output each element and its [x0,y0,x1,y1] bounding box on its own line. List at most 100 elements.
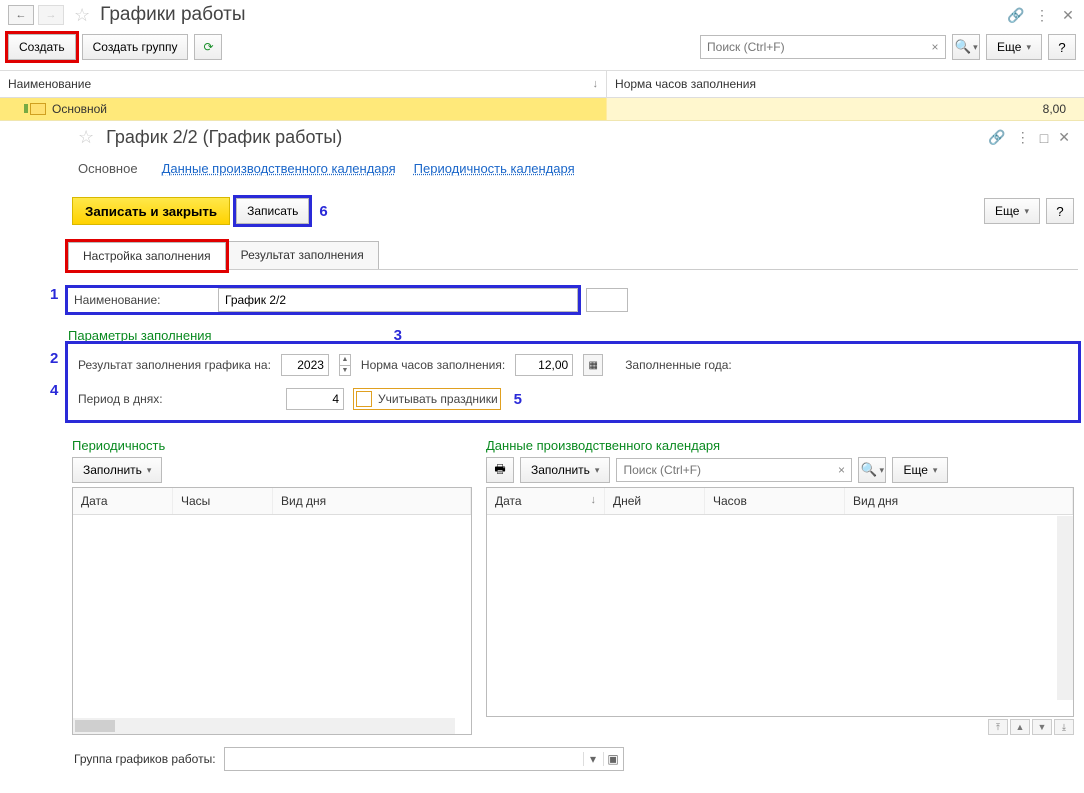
nav-link-main[interactable]: Основное [72,158,144,179]
sub-kebab-icon[interactable]: ⋮ [1016,129,1030,146]
col-header-norm-label: Норма часов заполнения [615,77,756,91]
calendar-search-wrap: × [616,458,852,482]
col-daytype[interactable]: Вид дня [273,488,471,514]
refresh-icon: ⟳ [203,40,213,54]
calendar-clear-search-icon[interactable]: × [831,463,851,477]
open-dialog-icon[interactable]: ▣ [603,752,623,766]
calendar-grid[interactable]: Дата↓ Дней Часов Вид дня [486,487,1074,717]
help-button[interactable]: ? [1048,34,1076,60]
calendar-fill-button[interactable]: Заполнить▾ [520,457,610,483]
name-field-input[interactable] [218,288,578,312]
tab-settings[interactable]: Настройка заполнения [68,242,226,270]
holidays-label: Учитывать праздники [378,392,498,406]
refresh-icon-button[interactable]: ⟳ [194,34,222,60]
search-icon: 🔍 [954,39,971,55]
calculator-icon[interactable]: ▦ [583,354,603,376]
search-input[interactable] [701,40,925,54]
help-label: ? [1058,40,1065,55]
annotation-1: 1 [46,286,62,303]
row-norm: 8,00 [607,98,1084,120]
create-button-label: Создать [19,40,65,54]
save-close-label: Записать и закрыть [85,204,217,219]
col-days[interactable]: Дней [605,488,705,514]
tab-result[interactable]: Результат заполнения [226,241,379,269]
sub-link-icon[interactable]: 🔗 [988,129,1005,146]
calendar-search-button[interactable]: 🔍▾ [858,457,886,483]
col-date[interactable]: Дата [73,488,173,514]
group-label: Группа графиков работы: [74,752,216,766]
sort-icon: ↓ [591,494,597,508]
favorite-star-icon[interactable]: ☆ [74,5,90,26]
norm-input[interactable] [515,354,573,376]
name-field-label: Наименование: [68,293,218,307]
nav-link-periodicity[interactable]: Периодичность календаря [414,161,575,176]
annotation-6: 6 [315,203,331,220]
col-daytype2[interactable]: Вид дня [845,488,1073,514]
col-header-name[interactable]: Наименование ↓ [0,71,607,97]
annotation-5: 5 [510,391,526,408]
print-icon: 🖶 [494,460,505,481]
dropdown-icon[interactable]: ▾ [583,752,603,766]
norm-label: Норма часов заполнения: [361,358,505,372]
row-name: Основной [52,102,107,116]
h-scrollbar[interactable] [73,718,455,734]
clear-search-icon[interactable]: × [925,40,945,54]
col-hours2[interactable]: Часов [705,488,845,514]
col-hours[interactable]: Часы [173,488,273,514]
create-button[interactable]: Создать [8,34,76,60]
sub-help-label: ? [1056,204,1063,219]
periodicity-fill-button[interactable]: Заполнить▾ [72,457,162,483]
col-header-name-label: Наименование [8,77,91,91]
link-icon[interactable]: 🔗 [1008,7,1024,23]
year-input[interactable] [281,354,329,376]
holidays-checkbox[interactable] [356,391,372,407]
periodicity-grid[interactable]: Дата Часы Вид дня [72,487,472,735]
kebab-menu-icon[interactable]: ⋮ [1034,7,1050,23]
year-spinner[interactable]: ▲▼ [339,354,351,376]
col-date2[interactable]: Дата [495,494,591,508]
sub-close-icon[interactable]: ✕ [1058,129,1070,146]
calendar-more-label: Еще [903,463,927,477]
sub-page-title: График 2/2 (График работы) [106,127,342,148]
period-input[interactable] [286,388,344,410]
calendar-fill-label: Заполнить [531,463,590,477]
move-down-icon[interactable]: ▼ [1032,719,1052,735]
group-input[interactable] [225,752,583,767]
sub-favorite-star-icon[interactable]: ☆ [78,127,94,148]
create-group-button[interactable]: Создать группу [82,34,189,60]
period-label: Период в днях: [78,392,276,406]
save-and-close-button[interactable]: Записать и закрыть [72,197,230,225]
sub-more-button[interactable]: Еще▾ [984,198,1040,224]
name-code-input[interactable] [586,288,628,312]
calendar-more-button[interactable]: Еще▾ [892,457,948,483]
page-title: Графики работы [100,4,245,26]
sub-help-button[interactable]: ? [1046,198,1074,224]
v-scrollbar[interactable] [1057,516,1073,700]
sort-indicator-icon: ↓ [593,78,599,90]
section-title-periodicity: Периодичность [72,438,472,453]
tab-settings-label: Настройка заполнения [83,249,211,263]
nav-back-button[interactable]: ← [8,5,34,25]
col-header-norm[interactable]: Норма часов заполнения [607,71,1084,97]
close-icon[interactable]: ✕ [1060,7,1076,23]
section-title-params: Параметры заполнения [68,328,212,343]
sub-more-label: Еще [995,204,1019,218]
save-button[interactable]: Записать [236,198,309,224]
move-top-icon[interactable]: ⤒ [988,719,1008,735]
annotation-2: 2 [46,350,62,367]
move-up-icon[interactable]: ▲ [1010,719,1030,735]
calendar-search-input[interactable] [617,463,831,477]
search-button[interactable]: 🔍▾ [952,34,980,60]
nav-forward-button[interactable]: → [38,5,64,25]
table-row[interactable]: Основной 8,00 [0,98,1084,121]
section-title-calendar-data: Данные производственного календаря [486,438,1074,453]
search-icon: 🔍 [861,462,878,478]
nav-link-calendar-data[interactable]: Данные производственного календаря [162,161,396,176]
item-icon [30,103,46,115]
more-button[interactable]: Еще▾ [986,34,1042,60]
create-group-label: Создать группу [93,40,178,54]
sub-maximize-icon[interactable]: □ [1040,130,1048,146]
move-bottom-icon[interactable]: ⤓ [1054,719,1074,735]
save-label: Записать [247,204,298,218]
print-button[interactable]: 🖶 [486,457,514,483]
